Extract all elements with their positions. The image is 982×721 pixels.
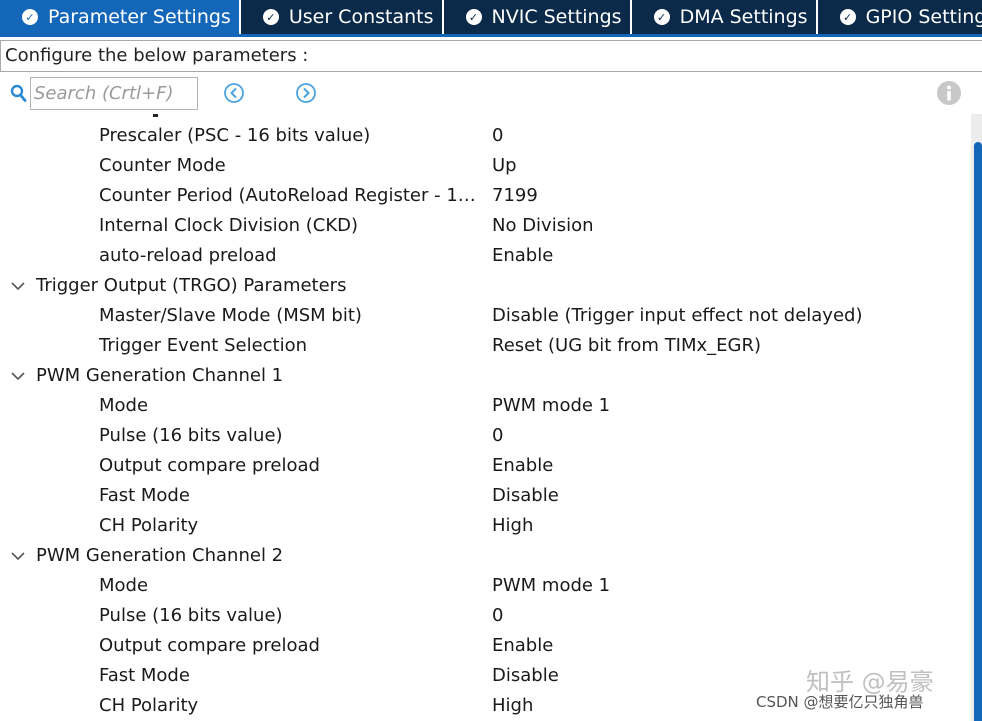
param-name: CH Polarity <box>99 695 199 716</box>
param-name: Prescaler (PSC - 16 bits value) <box>99 125 371 146</box>
tab-gpio-settings[interactable]: ✓ GPIO Settings <box>818 0 982 34</box>
scrollbar-thumb[interactable] <box>974 142 982 721</box>
param-row[interactable]: Counter Period (AutoReload Register - 16… <box>0 181 950 211</box>
check-circle-icon: ✓ <box>653 9 670 25</box>
clipped-row-fragment <box>98 114 178 120</box>
param-name: Pulse (16 bits value) <box>99 605 283 626</box>
chevron-down-icon[interactable] <box>10 369 26 383</box>
param-row[interactable]: Master/Slave Mode (MSM bit) Disable (Tri… <box>0 301 950 331</box>
param-value[interactable]: PWM mode 1 <box>492 391 610 421</box>
param-value[interactable]: PWM mode 1 <box>492 571 610 601</box>
tab-dma-settings[interactable]: ✓ DMA Settings <box>632 0 818 34</box>
param-value[interactable]: High <box>492 511 533 541</box>
param-row[interactable]: Counter Mode Up <box>0 151 950 181</box>
param-value[interactable]: Enable <box>492 631 553 661</box>
param-name: auto-reload preload <box>99 245 277 266</box>
param-value[interactable]: 0 <box>492 421 503 451</box>
param-row[interactable]: Fast Mode Disable <box>0 481 950 511</box>
tab-underline <box>0 34 982 37</box>
param-row[interactable]: Output compare preload Enable <box>0 451 950 481</box>
tab-label: User Constants <box>288 6 434 28</box>
param-name: Master/Slave Mode (MSM bit) <box>99 305 362 326</box>
param-name: Mode <box>99 395 149 416</box>
search-bar <box>0 76 982 112</box>
param-value[interactable]: Disable <box>492 481 559 511</box>
param-row[interactable]: Pulse (16 bits value) 0 <box>0 421 950 451</box>
group-trgo[interactable]: Trigger Output (TRGO) Parameters <box>0 271 950 301</box>
param-name: Output compare preload <box>99 635 320 656</box>
chevron-down-icon[interactable] <box>10 549 26 563</box>
param-name: Counter Mode <box>99 155 226 176</box>
tab-label: NVIC Settings <box>491 6 622 28</box>
param-row[interactable]: Mode PWM mode 1 <box>0 571 950 601</box>
tab-parameter-settings[interactable]: ✓ Parameter Settings <box>0 0 241 34</box>
param-row[interactable]: CH Polarity High <box>0 511 950 541</box>
param-name: Trigger Event Selection <box>99 335 308 356</box>
param-row[interactable]: Prescaler (PSC - 16 bits value) 0 <box>0 121 950 151</box>
tab-label: GPIO Settings <box>865 6 982 28</box>
param-name: Mode <box>99 575 149 596</box>
tab-nvic-settings[interactable]: ✓ NVIC Settings <box>444 0 632 34</box>
param-name: CH Polarity <box>99 515 199 536</box>
param-value[interactable]: Enable <box>492 241 553 271</box>
search-input[interactable] <box>30 77 198 110</box>
param-row[interactable]: Output compare preload Enable <box>0 631 950 661</box>
group-pwm-channel-1[interactable]: PWM Generation Channel 1 <box>0 361 950 391</box>
param-row[interactable]: Pulse (16 bits value) 0 <box>0 601 950 631</box>
config-header: Configure the below parameters : <box>0 40 982 72</box>
param-value[interactable]: Disable (Trigger input effect not delaye… <box>492 301 862 331</box>
param-value[interactable]: High <box>492 691 533 721</box>
param-name: Counter Period (AutoReload Register - 16… <box>99 185 487 206</box>
param-row[interactable]: Internal Clock Division (CKD) No Divisio… <box>0 211 950 241</box>
param-value[interactable]: Reset (UG bit from TIMx_EGR) <box>492 331 761 361</box>
param-value[interactable]: 0 <box>492 601 503 631</box>
param-name: Output compare preload <box>99 455 320 476</box>
parameter-tree: Prescaler (PSC - 16 bits value) 0 Counte… <box>0 114 950 721</box>
check-circle-icon: ✓ <box>465 9 482 25</box>
tab-user-constants[interactable]: ✓ User Constants <box>241 0 444 34</box>
param-value[interactable]: Up <box>492 151 517 181</box>
info-icon[interactable] <box>936 80 962 106</box>
check-circle-icon: ✓ <box>262 9 279 25</box>
param-name: Fast Mode <box>99 665 190 686</box>
param-value[interactable]: Enable <box>492 451 553 481</box>
group-title: PWM Generation Channel 2 <box>36 545 284 566</box>
check-circle-icon: ✓ <box>839 9 856 25</box>
tab-bar: ✓ Parameter Settings ✓ User Constants ✓ … <box>0 0 982 34</box>
param-row[interactable]: Trigger Event Selection Reset (UG bit fr… <box>0 331 950 361</box>
chevron-down-icon[interactable] <box>10 279 26 293</box>
check-circle-icon: ✓ <box>22 9 38 25</box>
search-icon <box>10 84 27 102</box>
group-pwm-channel-2[interactable]: PWM Generation Channel 2 <box>0 541 950 571</box>
group-title: Trigger Output (TRGO) Parameters <box>36 275 347 296</box>
credit-text: CSDN @想要亿只独角兽 <box>756 693 924 711</box>
param-value[interactable]: 0 <box>492 121 503 151</box>
param-name: Internal Clock Division (CKD) <box>99 215 359 236</box>
param-name: Fast Mode <box>99 485 190 506</box>
previous-match-icon[interactable] <box>222 81 246 105</box>
param-value[interactable]: 7199 <box>492 181 538 211</box>
tab-label: Parameter Settings <box>48 6 231 28</box>
param-row[interactable]: auto-reload preload Enable <box>0 241 950 271</box>
param-row[interactable]: Mode PWM mode 1 <box>0 391 950 421</box>
next-match-icon[interactable] <box>294 81 318 105</box>
param-value[interactable]: Disable <box>492 661 559 691</box>
tab-label: DMA Settings <box>679 6 808 28</box>
param-value[interactable]: No Division <box>492 211 594 241</box>
group-title: PWM Generation Channel 1 <box>36 365 284 386</box>
param-name: Pulse (16 bits value) <box>99 425 283 446</box>
